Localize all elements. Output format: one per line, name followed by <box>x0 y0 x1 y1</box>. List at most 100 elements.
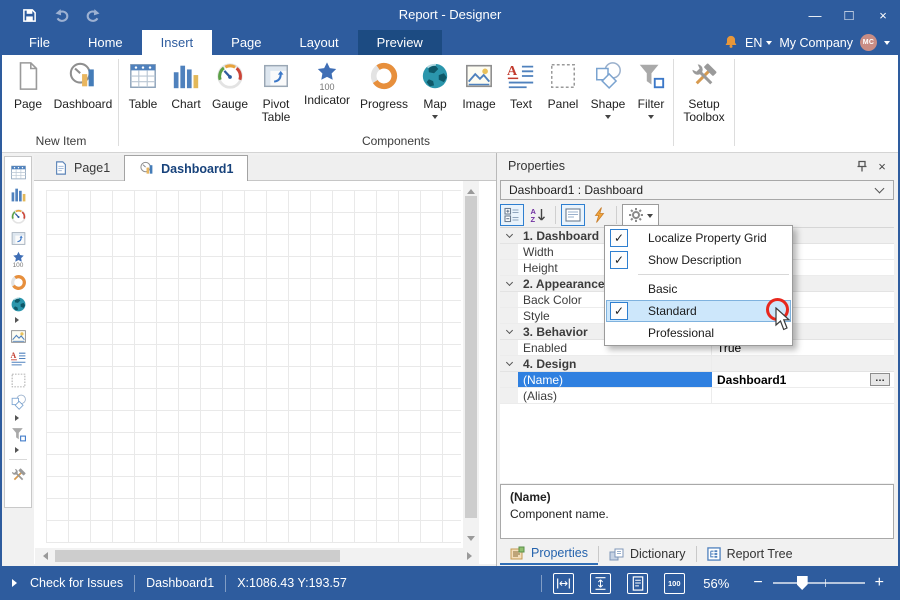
scroll-right-button[interactable] <box>463 548 479 564</box>
chart-icon <box>171 61 201 91</box>
toolbox-pivot-table-icon[interactable] <box>10 227 27 249</box>
menu-item-localize[interactable]: ✓ Localize Property Grid <box>606 227 791 249</box>
tab-properties[interactable]: Properties <box>500 543 598 565</box>
toolbox-filter-icon[interactable] <box>10 423 27 445</box>
scroll-left-button[interactable] <box>35 548 51 564</box>
setup-toolbox-button[interactable]: Setup Toolbox <box>676 60 732 125</box>
vertical-scrollbar[interactable] <box>463 181 479 548</box>
insert-shape-button[interactable]: Shape <box>585 60 631 123</box>
doc-tab-page1[interactable]: Page1 <box>40 155 124 180</box>
events-button[interactable] <box>587 204 611 226</box>
new-dashboard-button[interactable]: Dashboard <box>50 60 116 112</box>
menu-item-basic[interactable]: Basic <box>606 278 791 300</box>
company-name[interactable]: My Company <box>779 36 853 50</box>
toolbox-indicator-icon[interactable]: 100 <box>12 249 25 271</box>
settings-gear-button[interactable] <box>622 204 659 226</box>
map-dropdown-icon[interactable] <box>432 115 438 122</box>
zoom-in-button[interactable]: + <box>875 575 884 591</box>
toolbox-progress-icon[interactable] <box>10 271 27 293</box>
toolbox-gauge-icon[interactable] <box>10 205 27 227</box>
checkbox-checked-icon: ✓ <box>610 229 628 247</box>
filter-dropdown-icon[interactable] <box>648 115 654 122</box>
ribbon: Page Dashboard New Item Table Chart Gaug… <box>2 55 898 153</box>
avatar[interactable]: MC <box>860 34 877 51</box>
zoom-100-icon[interactable]: 100 <box>664 572 686 594</box>
whole-page-icon[interactable] <box>627 572 649 594</box>
tab-home[interactable]: Home <box>69 30 142 55</box>
toolbox-shape-expand-icon[interactable] <box>14 413 22 423</box>
design-canvas[interactable] <box>34 181 496 564</box>
insert-map-button[interactable]: Map <box>413 60 457 123</box>
tab-report-tree[interactable]: Report Tree <box>697 543 803 565</box>
account-chevron-down-icon[interactable] <box>884 41 890 48</box>
new-page-button[interactable]: Page <box>6 60 50 112</box>
bell-icon[interactable] <box>724 34 738 52</box>
zoom-slider[interactable] <box>772 576 865 590</box>
toolbox-chart-icon[interactable] <box>10 183 27 205</box>
menu-item-professional[interactable]: Professional <box>606 322 791 344</box>
document-tab-strip: Page1 Dashboard1 <box>34 155 496 181</box>
insert-panel-button[interactable]: Panel <box>541 60 585 112</box>
fit-page-height-icon[interactable] <box>590 572 612 594</box>
toolbox-image-icon[interactable] <box>10 325 27 347</box>
toolbox-filter-expand-icon[interactable] <box>14 445 22 455</box>
panel-tab-bar: Properties Dictionary Report Tree <box>500 543 894 565</box>
toolbox-shape-icon[interactable] <box>10 391 27 413</box>
insert-filter-button[interactable]: Filter <box>631 60 671 123</box>
insert-chart-button[interactable]: Chart <box>165 60 207 112</box>
insert-pivot-table-button[interactable]: Pivot Table <box>253 60 299 125</box>
close-button[interactable]: × <box>866 0 900 30</box>
insert-gauge-button[interactable]: Gauge <box>207 60 253 112</box>
maximize-button[interactable]: □ <box>832 0 866 30</box>
shape-dropdown-icon[interactable] <box>605 115 611 122</box>
scroll-down-button[interactable] <box>463 532 479 548</box>
redo-icon[interactable] <box>84 7 102 23</box>
check-for-issues-button[interactable]: Check for Issues <box>12 576 123 590</box>
language-selector[interactable]: EN <box>745 36 773 50</box>
property-row[interactable]: (Alias) <box>500 388 894 404</box>
tab-insert[interactable]: Insert <box>141 30 213 55</box>
category-row[interactable]: 4. Design <box>500 356 894 372</box>
object-selector-dropdown[interactable]: Dashboard1 : Dashboard <box>500 180 894 200</box>
tab-dictionary[interactable]: Dictionary <box>599 543 696 565</box>
tab-layout[interactable]: Layout <box>281 30 358 55</box>
pin-icon[interactable] <box>854 158 870 174</box>
dashboard-grid-surface[interactable] <box>46 190 461 543</box>
property-row-name-selected[interactable]: (Name) Dashboard1… <box>500 372 894 388</box>
insert-text-button[interactable]: Text <box>501 60 541 112</box>
zoom-slider-thumb[interactable] <box>796 576 808 590</box>
doc-tab-dashboard1[interactable]: Dashboard1 <box>124 155 249 181</box>
toolbox-setup-icon[interactable] <box>10 464 27 486</box>
ribbon-group-components: Table Chart Gauge Pivot Table 100 Indica… <box>121 55 671 152</box>
quick-access-toolbar <box>20 7 102 23</box>
panel-close-icon[interactable]: × <box>874 158 890 174</box>
show-description-button[interactable] <box>561 204 585 226</box>
tab-file[interactable]: File <box>10 30 69 55</box>
minimize-button[interactable]: — <box>798 0 832 30</box>
toolbox-panel-icon[interactable] <box>10 369 27 391</box>
alphabetical-sort-button[interactable]: AZ <box>526 204 550 226</box>
tab-page[interactable]: Page <box>212 30 280 55</box>
insert-indicator-button[interactable]: 100 Indicator <box>299 60 355 108</box>
insert-progress-button[interactable]: Progress <box>355 60 413 112</box>
text-icon <box>506 61 536 91</box>
undo-icon[interactable] <box>52 7 70 23</box>
toolbox-table-icon[interactable] <box>10 161 27 183</box>
horizontal-scrollbar[interactable] <box>35 548 479 564</box>
scroll-up-button[interactable] <box>463 181 479 197</box>
tab-preview[interactable]: Preview <box>357 30 442 55</box>
insert-image-button[interactable]: Image <box>457 60 501 112</box>
fit-page-width-icon[interactable] <box>553 572 575 594</box>
ellipsis-button[interactable]: … <box>870 373 890 386</box>
save-icon[interactable] <box>20 7 38 23</box>
insert-table-button[interactable]: Table <box>121 60 165 112</box>
menu-item-standard[interactable]: ✓ Standard <box>606 300 791 322</box>
menu-item-show-description[interactable]: ✓ Show Description <box>606 249 791 271</box>
toolbox-map-icon[interactable] <box>10 293 27 315</box>
zoom-out-button[interactable]: − <box>753 575 762 591</box>
toolbox-text-icon[interactable] <box>10 347 27 369</box>
toolbox-map-expand-icon[interactable] <box>14 315 22 325</box>
categorized-view-button[interactable] <box>500 204 524 226</box>
horizontal-scroll-thumb[interactable] <box>55 550 340 562</box>
vertical-scroll-thumb[interactable] <box>465 196 477 518</box>
